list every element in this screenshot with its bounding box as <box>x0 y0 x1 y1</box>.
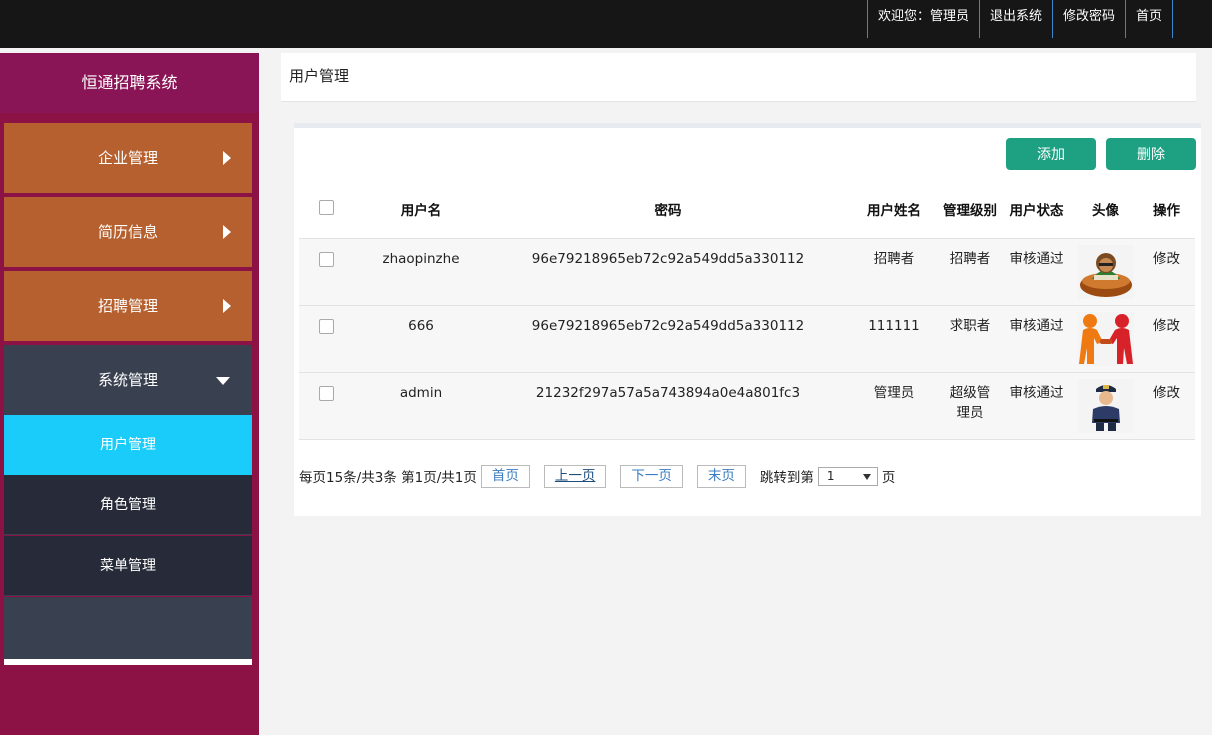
user-table: 用户名 密码 用户姓名 管理级别 用户状态 头像 操作 zhaopinzhe 9… <box>299 184 1195 440</box>
row-checkbox[interactable] <box>319 318 334 334</box>
menu-label: 简历信息 <box>98 223 159 241</box>
welcome-text: 欢迎您：管理员 <box>866 0 979 38</box>
cell-level: 超级管理员 <box>940 372 1000 440</box>
cell-select[interactable] <box>299 305 354 373</box>
edit-link[interactable]: 修改 <box>1153 318 1180 334</box>
table-row: admin 21232f297a57a5a743894a0e4a801fc3 管… <box>299 372 1195 440</box>
page-suffix: 页 <box>881 470 896 486</box>
level-text: 超级管理员 <box>949 384 991 421</box>
delete-button[interactable]: 删除 <box>1106 138 1196 170</box>
cell-select[interactable] <box>299 238 354 306</box>
last-page-button[interactable]: 末页 <box>696 464 746 488</box>
cell-password: 21232f297a57a5a743894a0e4a801fc3 <box>488 372 848 440</box>
cell-username: zhaopinzhe <box>354 238 488 306</box>
header-password: 密码 <box>488 184 848 239</box>
menu-label: 招聘管理 <box>98 297 159 315</box>
sidebar-filler <box>4 597 252 659</box>
menu-recruitment[interactable]: 招聘管理 <box>4 271 252 341</box>
caret-down-icon <box>216 377 230 385</box>
caret-right-icon <box>223 225 231 239</box>
handshake-icon <box>1077 311 1134 366</box>
cell-select[interactable] <box>299 372 354 440</box>
cell-username: 666 <box>354 305 488 373</box>
cell-name: 管理员 <box>848 372 940 440</box>
sidebar: 恒通招聘系统 企业管理 简历信息 招聘管理 系统管理 用户管理 角色管理 菜单管… <box>0 53 259 735</box>
cell-password: 96e79218965eb72c92a549dd5a330112 <box>488 305 848 373</box>
edit-link[interactable]: 修改 <box>1153 385 1180 401</box>
cell-status: 审核通过 <box>1000 238 1073 306</box>
logout-link[interactable]: 退出系统 <box>978 0 1052 38</box>
cell-username: admin <box>354 372 488 440</box>
header-username: 用户名 <box>354 184 488 239</box>
police-officer-icon <box>1077 378 1134 433</box>
table-row: zhaopinzhe 96e79218965eb72c92a549dd5a330… <box>299 238 1195 306</box>
table-header-row: 用户名 密码 用户姓名 管理级别 用户状态 头像 操作 <box>299 184 1195 239</box>
cell-avatar <box>1073 238 1138 306</box>
cell-avatar <box>1073 305 1138 373</box>
cell-name: 111111 <box>848 305 940 373</box>
header-level: 管理级别 <box>940 184 1000 239</box>
cell-action[interactable]: 修改 <box>1138 305 1195 373</box>
table-row: 666 96e79218965eb72c92a549dd5a330112 111… <box>299 305 1195 373</box>
cell-action[interactable]: 修改 <box>1138 372 1195 440</box>
jump-label: 跳转到第 <box>759 470 814 486</box>
header-select-all[interactable] <box>299 184 354 239</box>
cell-level: 招聘者 <box>940 238 1000 306</box>
cell-action[interactable]: 修改 <box>1138 238 1195 306</box>
cell-status: 审核通过 <box>1000 372 1073 440</box>
change-password-link[interactable]: 修改密码 <box>1051 0 1125 38</box>
sidebar-divider <box>4 659 252 665</box>
menu-label: 企业管理 <box>98 149 159 167</box>
top-nav: 欢迎您：管理员 退出系统 修改密码 首页 <box>866 0 1173 38</box>
prev-page-button[interactable]: 上一页 <box>543 464 607 488</box>
menu-label: 系统管理 <box>98 371 159 389</box>
page-title: 用户管理 <box>281 53 1196 102</box>
woman-at-desk-icon <box>1077 244 1134 299</box>
row-checkbox[interactable] <box>319 251 334 267</box>
caret-right-icon <box>223 151 231 165</box>
submenu-role-management[interactable]: 角色管理 <box>4 475 252 535</box>
submenu-user-management[interactable]: 用户管理 <box>4 415 252 475</box>
dropdown-arrow-icon <box>862 473 871 480</box>
edit-link[interactable]: 修改 <box>1153 251 1180 267</box>
pagination-summary: 每页15条/共3条 第1页/共1页 <box>299 470 477 486</box>
select-all-checkbox[interactable] <box>319 200 334 216</box>
cell-password: 96e79218965eb72c92a549dd5a330112 <box>488 238 848 306</box>
menu-system[interactable]: 系统管理 <box>4 345 252 415</box>
row-checkbox[interactable] <box>319 385 334 401</box>
add-button[interactable]: 添加 <box>1006 138 1096 170</box>
top-bar: 欢迎您：管理员 退出系统 修改密码 首页 <box>0 0 1212 48</box>
next-page-button[interactable]: 下一页 <box>620 464 683 488</box>
header-status: 用户状态 <box>1000 184 1073 239</box>
content-panel: 添加 删除 用户名 密码 用户姓名 管理级别 用户状态 头像 操作 zhaopi… <box>294 123 1201 516</box>
header-action: 操作 <box>1138 184 1195 239</box>
menu-resume[interactable]: 简历信息 <box>4 197 252 267</box>
app-brand: 恒通招聘系统 <box>0 53 259 113</box>
cell-avatar <box>1073 372 1138 440</box>
page-select-value: 1 <box>826 468 835 483</box>
menu-enterprise[interactable]: 企业管理 <box>4 123 252 193</box>
cell-name: 招聘者 <box>848 238 940 306</box>
home-link[interactable]: 首页 <box>1124 0 1173 38</box>
header-avatar: 头像 <box>1073 184 1138 239</box>
caret-right-icon <box>223 299 231 313</box>
page-select[interactable]: 1 <box>817 466 878 486</box>
submenu-menu-management[interactable]: 菜单管理 <box>4 536 252 596</box>
first-page-button[interactable]: 首页 <box>480 464 530 488</box>
header-name: 用户姓名 <box>848 184 940 239</box>
pagination: 每页15条/共3条 第1页/共1页 首页 上一页 下一页 末页 跳转到第 1 页 <box>299 464 895 488</box>
cell-status: 审核通过 <box>1000 305 1073 373</box>
cell-level: 求职者 <box>940 305 1000 373</box>
